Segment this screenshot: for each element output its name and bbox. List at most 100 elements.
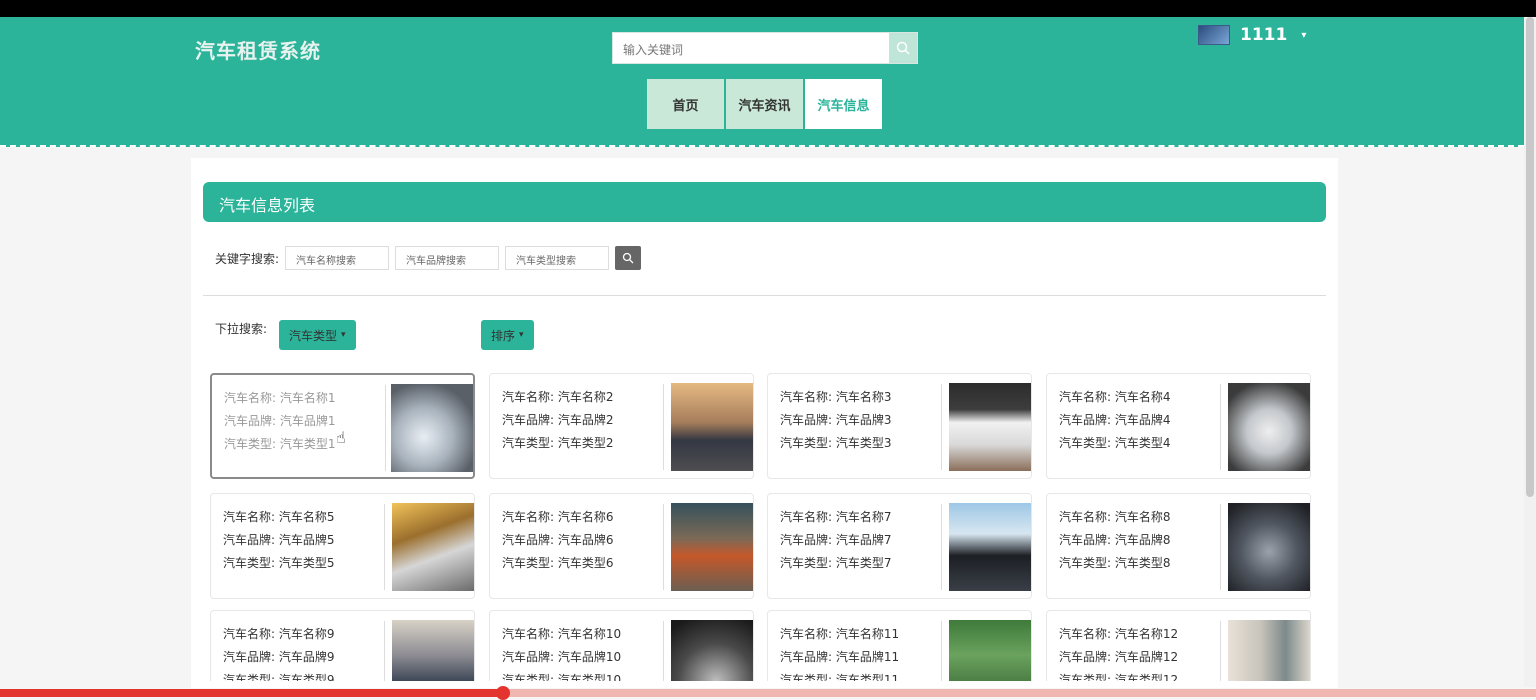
car-image[interactable] [392, 503, 474, 591]
car-brand-search-input[interactable]: 汽车品牌搜索 [395, 246, 500, 270]
car-image[interactable] [671, 620, 753, 681]
car-image[interactable] [949, 503, 1031, 591]
car-type: 汽车类型: 汽车类型12 [1059, 673, 1179, 681]
car-card-9[interactable]: 汽车名称: 汽车名称9 汽车品牌: 汽车品牌9 汽车类型: 汽车类型9 [210, 610, 475, 681]
car-name: 汽车名称: 汽车名称11 [780, 627, 900, 641]
car-type: 汽车类型: 汽车类型7 [780, 556, 892, 570]
scrollbar-thumb[interactable] [1526, 17, 1534, 497]
car-type: 汽车类型: 汽车类型5 [223, 556, 335, 570]
car-name: 汽车名称: 汽车名称9 [223, 627, 335, 641]
car-name: 汽车名称: 汽车名称7 [780, 510, 892, 524]
car-image[interactable] [1228, 383, 1310, 471]
car-image[interactable] [391, 384, 473, 472]
card-separator [384, 621, 385, 681]
video-progress-bar[interactable] [0, 686, 1536, 700]
car-brand: 汽车品牌: 汽车品牌12 [1059, 650, 1179, 664]
car-card-4[interactable]: 汽车名称: 汽车名称4 汽车品牌: 汽车品牌4 汽车类型: 汽车类型4 [1046, 373, 1311, 479]
car-info: 汽车名称: 汽车名称12 汽车品牌: 汽车品牌12 汽车类型: 汽车类型12 [1059, 623, 1178, 681]
user-name[interactable]: 1111 [1240, 25, 1287, 45]
car-image[interactable] [949, 620, 1031, 681]
global-search-input[interactable]: 输入关键词 [623, 41, 683, 58]
keyword-search-label: 关键字搜索: [215, 251, 280, 266]
car-name: 汽车名称: 汽车名称2 [502, 390, 614, 404]
car-brand: 汽车品牌: 汽车品牌9 [223, 650, 335, 664]
car-name: 汽车名称: 汽车名称5 [223, 510, 335, 524]
car-type: 汽车类型: 汽车类型6 [502, 556, 614, 570]
car-brand: 汽车品牌: 汽车品牌10 [502, 650, 622, 664]
card-separator [663, 384, 664, 470]
car-card-7[interactable]: 汽车名称: 汽车名称7 汽车品牌: 汽车品牌7 汽车类型: 汽车类型7 [767, 493, 1032, 599]
sort-dropdown-label: 排序 [491, 328, 516, 343]
car-info: 汽车名称: 汽车名称7 汽车品牌: 汽车品牌7 汽车类型: 汽车类型7 [780, 506, 892, 575]
card-separator [384, 504, 385, 590]
car-image[interactable] [671, 383, 753, 471]
nav-car-info[interactable]: 汽车信息 [805, 79, 882, 129]
sort-dropdown[interactable]: 排序 ▾ [481, 320, 534, 350]
user-menu[interactable]: 1111 ▾ [1198, 25, 1306, 45]
car-brand: 汽车品牌: 汽车品牌6 [502, 533, 614, 547]
car-type: 汽车类型: 汽车类型3 [780, 436, 892, 450]
car-name: 汽车名称: 汽车名称10 [502, 627, 622, 641]
global-search-box[interactable]: 输入关键词 [612, 32, 918, 64]
car-type: 汽车类型: 汽车类型10 [502, 673, 622, 681]
car-brand: 汽车品牌: 汽车品牌5 [223, 533, 335, 547]
car-image[interactable] [1228, 620, 1310, 681]
car-brand: 汽车品牌: 汽车品牌2 [502, 413, 614, 427]
global-search-button[interactable] [889, 33, 917, 63]
card-separator [1220, 504, 1221, 590]
chevron-down-icon: ▾ [519, 330, 524, 340]
chevron-down-icon[interactable]: ▾ [1301, 30, 1306, 41]
nav-car-news[interactable]: 汽车资讯 [726, 79, 803, 129]
car-brand: 汽车品牌: 汽车品牌3 [780, 413, 892, 427]
car-name-search-input[interactable]: 汽车名称搜索 [285, 246, 390, 270]
car-brand: 汽车品牌: 汽车品牌4 [1059, 413, 1171, 427]
car-card-12[interactable]: 汽车名称: 汽车名称12 汽车品牌: 汽车品牌12 汽车类型: 汽车类型12 [1046, 610, 1311, 681]
keyword-search-row: 关键字搜索: 汽车名称搜索 汽车品牌搜索 汽车类型搜索 [215, 246, 642, 270]
car-info: 汽车名称: 汽车名称5 汽车品牌: 汽车品牌5 汽车类型: 汽车类型5 [223, 506, 335, 575]
car-type-search-input[interactable]: 汽车类型搜索 [505, 246, 610, 270]
car-type: 汽车类型: 汽车类型1 [224, 437, 336, 451]
car-brand: 汽车品牌: 汽车品牌11 [780, 650, 900, 664]
car-info: 汽车名称: 汽车名称9 汽车品牌: 汽车品牌9 汽车类型: 汽车类型9 [223, 623, 335, 681]
car-card-3[interactable]: 汽车名称: 汽车名称3 汽车品牌: 汽车品牌3 汽车类型: 汽车类型3 [767, 373, 1032, 479]
car-image[interactable] [949, 383, 1031, 471]
car-name: 汽车名称: 汽车名称4 [1059, 390, 1171, 404]
card-separator [1220, 621, 1221, 681]
nav-home[interactable]: 首页 [647, 79, 724, 129]
card-separator [941, 621, 942, 681]
car-card-1[interactable]: 汽车名称: 汽车名称1 汽车品牌: 汽车品牌1 汽车类型: 汽车类型1 [210, 373, 475, 479]
car-brand: 汽车品牌: 汽车品牌7 [780, 533, 892, 547]
car-type-dropdown[interactable]: 汽车类型 ▾ [279, 320, 356, 350]
car-card-11[interactable]: 汽车名称: 汽车名称11 汽车品牌: 汽车品牌11 汽车类型: 汽车类型11 [767, 610, 1032, 681]
search-icon [622, 252, 634, 264]
card-separator [663, 504, 664, 590]
car-type: 汽车类型: 汽车类型11 [780, 673, 900, 681]
car-info: 汽车名称: 汽车名称2 汽车品牌: 汽车品牌2 汽车类型: 汽车类型2 [502, 386, 614, 455]
avatar[interactable] [1198, 25, 1230, 45]
car-card-10[interactable]: 汽车名称: 汽车名称10 汽车品牌: 汽车品牌10 汽车类型: 汽车类型10 [489, 610, 754, 681]
chevron-down-icon: ▾ [341, 330, 346, 340]
main-nav: 首页 汽车资讯 汽车信息 [647, 79, 882, 129]
car-name: 汽车名称: 汽车名称1 [224, 391, 336, 405]
car-image[interactable] [392, 620, 474, 681]
search-icon [896, 41, 910, 55]
car-info: 汽车名称: 汽车名称1 汽车品牌: 汽车品牌1 汽车类型: 汽车类型1 [224, 387, 336, 456]
car-image[interactable] [1228, 503, 1310, 591]
page-title: 汽车信息列表 [203, 182, 1326, 222]
car-grid: 汽车名称: 汽车名称1 汽车品牌: 汽车品牌1 汽车类型: 汽车类型1 汽车名称… [210, 373, 1312, 681]
car-info: 汽车名称: 汽车名称10 汽车品牌: 汽车品牌10 汽车类型: 汽车类型10 [502, 623, 621, 681]
video-progress-knob[interactable] [496, 686, 510, 700]
keyword-search-button[interactable] [615, 246, 642, 270]
car-info: 汽车名称: 汽车名称4 汽车品牌: 汽车品牌4 汽车类型: 汽车类型4 [1059, 386, 1171, 455]
car-info: 汽车名称: 汽车名称3 汽车品牌: 汽车品牌3 汽车类型: 汽车类型3 [780, 386, 892, 455]
dropdown-search-label: 下拉搜索: [215, 322, 268, 336]
divider [203, 295, 1326, 296]
card-separator [941, 504, 942, 590]
car-image[interactable] [671, 503, 753, 591]
car-brand: 汽车品牌: 汽车品牌1 [224, 414, 336, 428]
car-card-5[interactable]: 汽车名称: 汽车名称5 汽车品牌: 汽车品牌5 汽车类型: 汽车类型5 [210, 493, 475, 599]
car-info: 汽车名称: 汽车名称11 汽车品牌: 汽车品牌11 汽车类型: 汽车类型11 [780, 623, 899, 681]
car-card-6[interactable]: 汽车名称: 汽车名称6 汽车品牌: 汽车品牌6 汽车类型: 汽车类型6 [489, 493, 754, 599]
car-card-8[interactable]: 汽车名称: 汽车名称8 汽车品牌: 汽车品牌8 汽车类型: 汽车类型8 [1046, 493, 1311, 599]
car-card-2[interactable]: 汽车名称: 汽车名称2 汽车品牌: 汽车品牌2 汽车类型: 汽车类型2 [489, 373, 754, 479]
